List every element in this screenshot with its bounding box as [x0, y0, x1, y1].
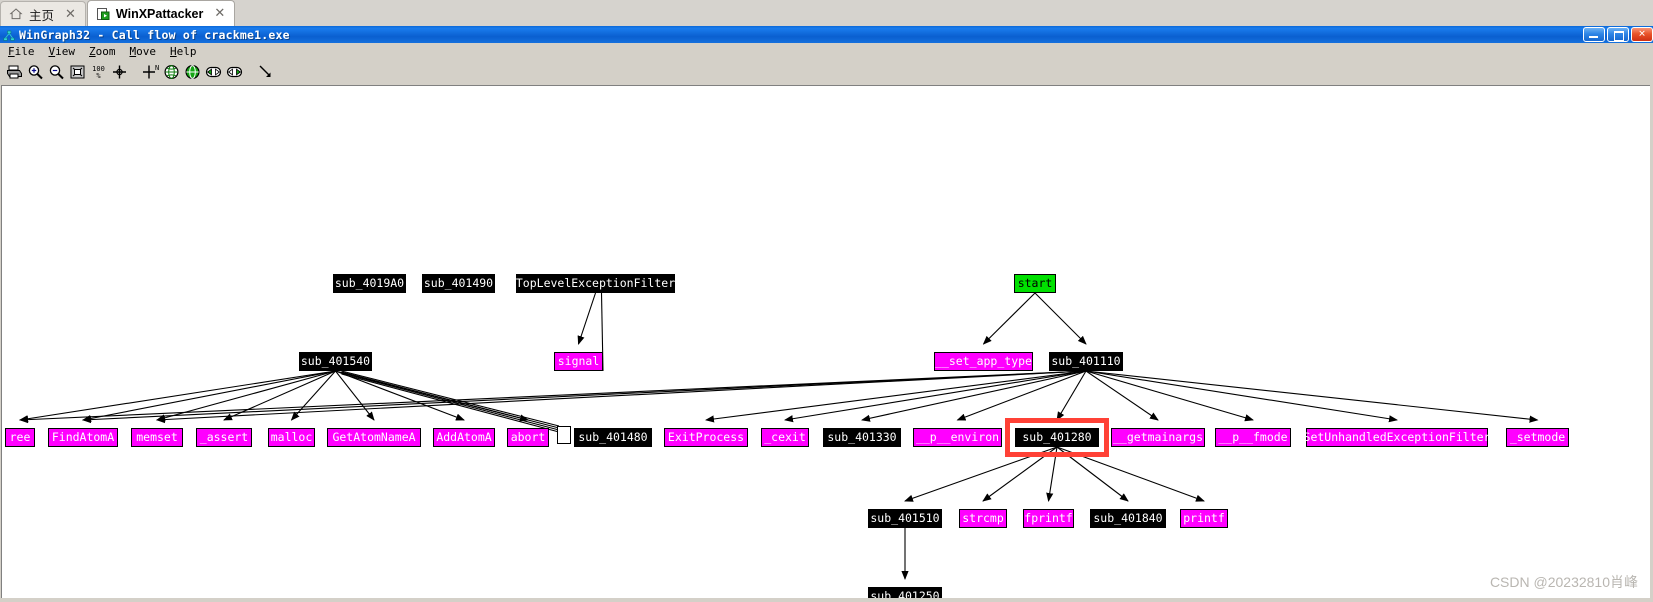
toolbar-separator [131, 63, 139, 82]
browser-tab-label: 主页 [29, 8, 55, 23]
menu-item-help[interactable]: Help [170, 45, 197, 58]
graph-node-sub_401540[interactable]: sub_401540 [299, 352, 372, 371]
menu-bar: File View Zoom Move Help [0, 43, 1653, 60]
graph-node-sub_401510[interactable]: sub_401510 [868, 509, 942, 528]
graph-node-start[interactable]: start [1014, 274, 1056, 293]
graph-node-FindAtomA[interactable]: FindAtomA [48, 428, 118, 447]
svg-text:N: N [155, 64, 159, 72]
app-icon [96, 7, 110, 21]
graph-node-signal[interactable]: signal [554, 352, 603, 371]
graph-node-_setmode[interactable]: _setmode [1506, 428, 1569, 447]
browser-tab-label: WinXPattacker [115, 6, 204, 21]
globe-green-icon[interactable] [183, 63, 202, 82]
pan-left-icon[interactable] [204, 63, 223, 82]
close-icon[interactable]: ✕ [65, 8, 76, 21]
graph-edge [956, 370, 1087, 421]
graph-edge [1085, 370, 1398, 423]
watermark: CSDN @20232810肖峰 [1489, 574, 1638, 590]
graph-node-free[interactable]: ree [5, 428, 35, 447]
graph-node-stub[interactable] [557, 426, 571, 444]
graph-node-printf[interactable]: printf [1180, 509, 1228, 528]
graph-edge [1034, 292, 1087, 345]
graph-node-__p__environ[interactable]: __p__environ [913, 428, 1002, 447]
print-button[interactable] [5, 63, 24, 82]
close-button[interactable]: ✕ [1631, 27, 1653, 42]
graph-edge [1056, 370, 1087, 421]
graph-node-GetAtomNameA[interactable]: GetAtomNameA [327, 428, 421, 447]
graph-edge [577, 292, 597, 345]
window-title-bar[interactable]: WinGraph32 - Call flow of crackme1.exe ✕ [0, 26, 1653, 43]
graph-node-__p__fmode[interactable]: __p__fmode [1215, 428, 1291, 447]
graph-node-AddAtomA[interactable]: AddAtomA [433, 428, 495, 447]
graph-node-fprintf[interactable]: fprintf [1023, 509, 1074, 528]
graph-node-TopLevelExceptionFilter[interactable]: TopLevelExceptionFilter [516, 274, 675, 293]
graph-layer: sub_4019A0 sub_401490 TopLevelExceptionFil… [2, 86, 1650, 598]
menu-item-zoom[interactable]: Zoom [89, 45, 116, 58]
graph-edge [1085, 370, 1159, 421]
graph-node-sub_401490[interactable]: sub_401490 [422, 274, 495, 293]
menu-item-file[interactable]: File [8, 45, 35, 58]
graph-node-_assert[interactable]: _assert [196, 428, 252, 447]
tool-bar: 100% N [0, 60, 1653, 85]
toolbar-separator [246, 63, 254, 82]
maximize-button[interactable] [1607, 27, 1629, 42]
graph-node-memset[interactable]: memset [131, 428, 183, 447]
graph-node-abort[interactable]: abort [507, 428, 549, 447]
graph-node-sub_401110[interactable]: sub_401110 [1049, 352, 1123, 371]
zoom-in-button[interactable] [26, 63, 45, 82]
graph-edge [341, 373, 560, 433]
move-north-button[interactable]: N [141, 63, 160, 82]
graph-node-_cexit[interactable]: _cexit [761, 428, 809, 447]
svg-text:%: % [96, 72, 101, 80]
graph-canvas[interactable]: sub_4019A0 sub_401490 TopLevelExceptionFil… [1, 85, 1650, 598]
graph-node-SetUnhandledExceptionFilter[interactable]: SetUnhandledExceptionFilter [1304, 428, 1490, 447]
graph-edges [19, 292, 1539, 580]
wingraph-window: WinGraph32 - Call flow of crackme1.exe ✕… [0, 26, 1653, 602]
graph-edge [982, 292, 1036, 345]
browser-tab-winxpattacker[interactable]: WinXPattacker ✕ [86, 0, 236, 26]
highlight-box-sub_401280 [1005, 418, 1109, 457]
fit-window-button[interactable] [68, 63, 87, 82]
home-icon [9, 7, 23, 21]
graph-node-sub_401840[interactable]: sub_401840 [1090, 509, 1166, 528]
graph-node-sub_4019A0[interactable]: sub_4019A0 [333, 274, 406, 293]
graph-node-sub_401330[interactable]: sub_401330 [823, 428, 901, 447]
browser-tab-home[interactable]: 主页 ✕ [0, 1, 86, 26]
graph-node-strcmp[interactable]: strcmp [959, 509, 1007, 528]
graph-node-__set_app_type[interactable]: __set_app_type [934, 352, 1033, 371]
graph-edge [1085, 370, 1254, 422]
zoom-out-button[interactable] [47, 63, 66, 82]
graph-node-malloc[interactable]: malloc [268, 428, 315, 447]
graph-edge [341, 372, 560, 431]
menu-item-move[interactable]: Move [130, 45, 157, 58]
graph-node-sub_401480[interactable]: sub_401480 [574, 428, 652, 447]
center-button[interactable] [110, 63, 129, 82]
globe-icon[interactable] [162, 63, 181, 82]
application-window: 主页 ✕ WinXPattacker ✕ WinGraph32 - Call f… [0, 0, 1653, 602]
graph-node-sub_401250[interactable]: sub_401250 [868, 587, 942, 598]
graph-edge [1085, 370, 1539, 423]
close-icon[interactable]: ✕ [214, 7, 225, 20]
browser-tab-strip: 主页 ✕ WinXPattacker ✕ [0, 0, 1653, 27]
diagonal-arrow-icon[interactable] [256, 63, 275, 82]
window-controls: ✕ [1583, 27, 1653, 42]
window-title: WinGraph32 - Call flow of crackme1.exe [19, 27, 290, 42]
wingraph-icon [3, 29, 15, 41]
graph-node-__getmainargs[interactable]: __getmainargs [1111, 428, 1205, 447]
zoom-100-button[interactable]: 100% [89, 63, 108, 82]
graph-node-ExitProcess[interactable]: ExitProcess [664, 428, 748, 447]
pan-right-icon[interactable] [225, 63, 244, 82]
menu-item-view[interactable]: View [49, 45, 76, 58]
minimize-button[interactable] [1583, 27, 1605, 42]
